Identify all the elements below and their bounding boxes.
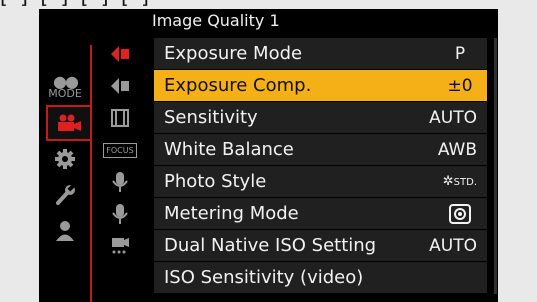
menu-list: Exposure Mode P Exposure Comp. ±0 Sensit… <box>154 38 487 294</box>
video-camera-icon[interactable] <box>46 105 90 141</box>
menu-item-value: P <box>454 43 466 64</box>
person-icon[interactable] <box>46 213 84 249</box>
menu-item-white-balance[interactable]: White Balance AWB <box>154 134 487 166</box>
wrench-icon[interactable] <box>46 177 84 213</box>
menu-item-label: Photo Style <box>164 171 267 192</box>
gear-icon[interactable] <box>46 141 84 177</box>
menu-item-label: Dual Native ISO Setting <box>164 235 377 256</box>
audio-2-icon[interactable] <box>99 198 141 230</box>
mode-icon[interactable]: ●● MODE <box>46 69 84 105</box>
menu-item-value: AUTO <box>429 235 477 256</box>
focus-icon[interactable]: FOCUS <box>99 134 141 166</box>
menu-item-label: Exposure Mode <box>164 43 303 64</box>
menu-item-sensitivity[interactable]: Sensitivity AUTO <box>154 102 487 134</box>
menu-item-value: AWB <box>437 139 477 160</box>
image-quality-2-icon[interactable] <box>99 70 141 102</box>
category-divider <box>90 45 92 302</box>
menu-item-label: ISO Sensitivity (video) <box>164 267 364 288</box>
menu-item-label: Sensitivity <box>164 107 258 128</box>
menu-item-label: White Balance <box>164 139 294 160</box>
photo-style-icon: ✲STD. <box>442 174 477 189</box>
menu-item-exposure-comp[interactable]: Exposure Comp. ±0 <box>154 70 487 102</box>
menu-item-value: AUTO <box>429 107 477 128</box>
other-video-icon[interactable] <box>99 230 141 262</box>
clipped-top-text: [ ] [ ] [ ] [ ] <box>0 0 537 6</box>
image-format-icon[interactable] <box>99 102 141 134</box>
menu-item-dual-native-iso[interactable]: Dual Native ISO Setting AUTO <box>154 230 487 262</box>
menu-item-exposure-mode[interactable]: Exposure Mode P <box>154 38 487 70</box>
menu-item-iso-sensitivity-video[interactable]: ISO Sensitivity (video) <box>154 262 487 294</box>
menu-item-value: ±0 <box>447 75 473 96</box>
sub-tab-column: FOCUS <box>99 38 141 262</box>
metering-icon <box>443 203 477 224</box>
main-category-column: ●● MODE <box>46 69 90 249</box>
menu-item-metering-mode[interactable]: Metering Mode <box>154 198 487 230</box>
menu-title: Image Quality 1 <box>152 11 280 30</box>
camera-menu-screen: Image Quality 1 ●● MODE FOCUS Exposure M… <box>39 9 498 302</box>
menu-item-photo-style[interactable]: Photo Style ✲STD. <box>154 166 487 198</box>
menu-item-label: Metering Mode <box>164 203 299 224</box>
image-quality-1-icon[interactable] <box>99 38 141 70</box>
menu-item-label: Exposure Comp. <box>164 75 312 96</box>
audio-1-icon[interactable] <box>99 166 141 198</box>
menu-scrollbar[interactable] <box>494 38 497 294</box>
mode-label: MODE <box>48 86 82 100</box>
